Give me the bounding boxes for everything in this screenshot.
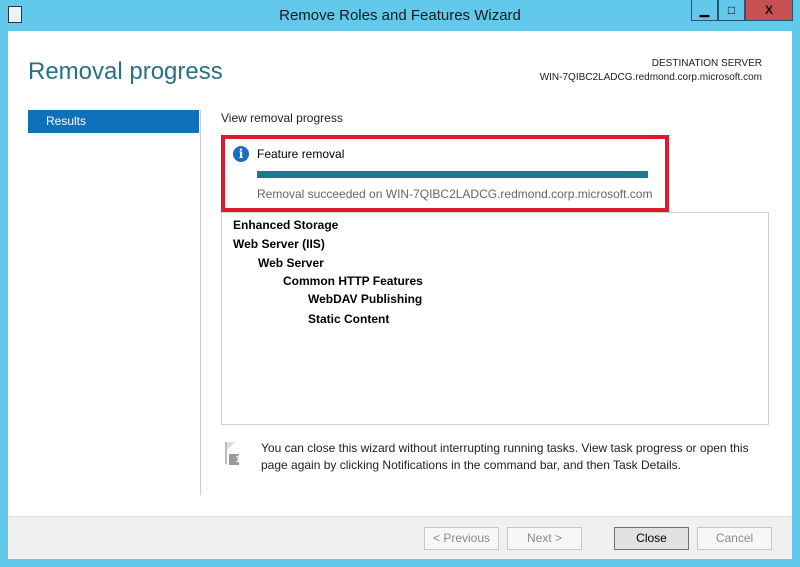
- section-subtitle: View removal progress: [221, 111, 343, 125]
- feature-list: Enhanced Storage Web Server (IIS) Web Serv…: [221, 212, 769, 425]
- next-button[interactable]: Next >: [507, 527, 582, 550]
- feature-item: Static Content: [308, 312, 390, 326]
- cancel-button[interactable]: Cancel: [697, 527, 772, 550]
- wizard-content: Removal progress DESTINATION SERVER WIN-…: [8, 31, 792, 516]
- progress-bar: [257, 171, 648, 178]
- notification-badge: 1: [235, 454, 241, 464]
- feature-item: Enhanced Storage: [233, 218, 339, 232]
- close-window-button[interactable]: X: [745, 0, 793, 21]
- info-icon: i: [233, 146, 249, 162]
- footer: < Previous Next > Close Cancel: [8, 516, 792, 559]
- minimize-button[interactable]: ▁: [691, 0, 718, 21]
- status-title: Feature removal: [257, 147, 345, 161]
- page-title: Removal progress: [28, 58, 223, 85]
- status-panel: i Feature removal Removal succeeded on W…: [221, 135, 669, 212]
- progress-fill: [257, 171, 648, 178]
- info-note: You can close this wizard without interr…: [261, 441, 749, 472]
- feature-item: WebDAV Publishing: [308, 292, 423, 306]
- feature-item: Common HTTP Features: [283, 274, 423, 288]
- sidebar-item-results[interactable]: Results: [28, 110, 199, 133]
- divider: [200, 110, 201, 495]
- window-title: Remove Roles and Features Wizard: [279, 7, 521, 24]
- feature-item: Web Server (IIS): [233, 237, 325, 251]
- close-button[interactable]: Close: [614, 527, 689, 550]
- maximize-button[interactable]: □: [718, 0, 745, 21]
- feature-item: Web Server: [258, 256, 324, 270]
- destination-label: DESTINATION SERVER: [651, 58, 762, 69]
- destination-server: DESTINATION SERVER WIN-7QIBC2LADCG.redmo…: [540, 57, 762, 85]
- status-message: Removal succeeded on WIN-7QIBC2LADCG.red…: [257, 187, 653, 201]
- title-bar: Remove Roles and Features Wizard ▁ □ X: [0, 0, 800, 30]
- previous-button[interactable]: < Previous: [424, 527, 499, 550]
- destination-server-name: WIN-7QIBC2LADCG.redmond.corp.microsoft.c…: [539, 72, 762, 83]
